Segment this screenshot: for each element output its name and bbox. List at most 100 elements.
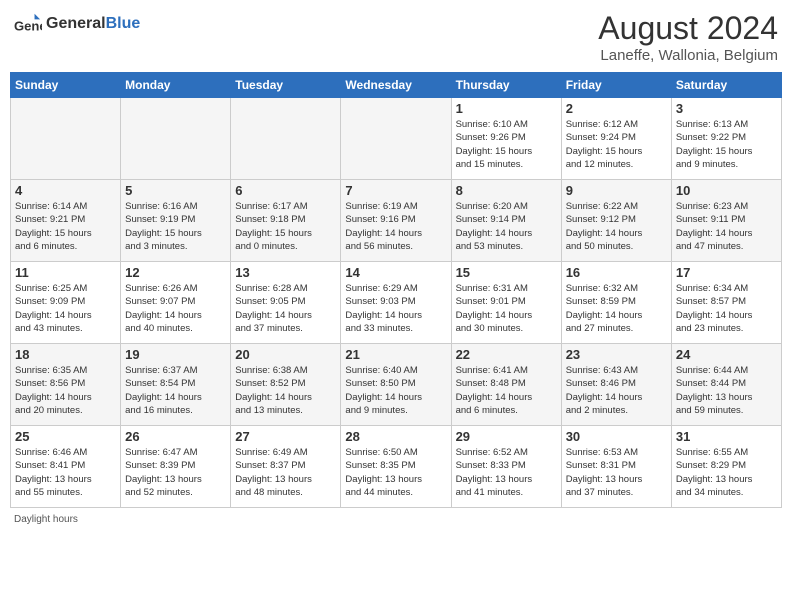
day-info: Sunrise: 6:46 AM Sunset: 8:41 PM Dayligh… [15,446,116,499]
title-block: August 2024 Laneffe, Wallonia, Belgium [598,10,778,64]
day-info: Sunrise: 6:35 AM Sunset: 8:56 PM Dayligh… [15,364,116,417]
location: Laneffe, Wallonia, Belgium [598,47,778,64]
calendar-week-4: 18 Sunrise: 6:35 AM Sunset: 8:56 PM Dayli… [11,344,782,426]
logo-icon: General [14,10,42,38]
calendar-day: 3 Sunrise: 6:13 AM Sunset: 9:22 PM Daylig… [671,98,781,180]
day-number: 10 [676,183,777,198]
calendar-day: 18 Sunrise: 6:35 AM Sunset: 8:56 PM Dayli… [11,344,121,426]
day-info: Sunrise: 6:44 AM Sunset: 8:44 PM Dayligh… [676,364,777,417]
calendar-day [121,98,231,180]
month-year: August 2024 [598,10,778,47]
calendar-day: 27 Sunrise: 6:49 AM Sunset: 8:37 PM Dayli… [231,426,341,508]
day-info: Sunrise: 6:52 AM Sunset: 8:33 PM Dayligh… [456,446,557,499]
day-number: 13 [235,265,336,280]
column-header-saturday: Saturday [671,73,781,98]
day-number: 19 [125,347,226,362]
page-header: General GeneralBlue August 2024 Laneffe,… [10,10,782,64]
calendar-day: 7Sunrise: 6:19 AM Sunset: 9:16 PM Daylig… [341,180,451,262]
calendar-day: 25 Sunrise: 6:46 AM Sunset: 8:41 PM Dayli… [11,426,121,508]
day-info: Sunrise: 6:10 AM Sunset: 9:26 PM Dayligh… [456,118,557,171]
day-number: 23 [566,347,667,362]
header-row: SundayMondayTuesdayWednesdayThursdayFrid… [11,73,782,98]
day-info: Sunrise: 6:38 AM Sunset: 8:52 PM Dayligh… [235,364,336,417]
day-number: 28 [345,429,446,444]
day-info: Sunrise: 6:29 AM Sunset: 9:03 PM Dayligh… [345,282,446,335]
day-info: Sunrise: 6:25 AM Sunset: 9:09 PM Dayligh… [15,282,116,335]
calendar-day: 23 Sunrise: 6:43 AM Sunset: 8:46 PM Dayli… [561,344,671,426]
logo: General GeneralBlue [14,10,140,38]
column-header-wednesday: Wednesday [341,73,451,98]
day-number: 1 [456,101,557,116]
day-info: Sunrise: 6:20 AM Sunset: 9:14 PM Dayligh… [456,200,557,253]
column-header-friday: Friday [561,73,671,98]
calendar-day [231,98,341,180]
calendar-day: 16Sunrise: 6:32 AM Sunset: 8:59 PM Dayli… [561,262,671,344]
day-number: 3 [676,101,777,116]
day-number: 8 [456,183,557,198]
calendar-day: 20 Sunrise: 6:38 AM Sunset: 8:52 PM Dayli… [231,344,341,426]
day-number: 21 [345,347,446,362]
day-number: 9 [566,183,667,198]
calendar-week-5: 25 Sunrise: 6:46 AM Sunset: 8:41 PM Dayli… [11,426,782,508]
calendar-day: 31 Sunrise: 6:55 AM Sunset: 8:29 PM Dayli… [671,426,781,508]
day-info: Sunrise: 6:17 AM Sunset: 9:18 PM Dayligh… [235,200,336,253]
column-header-tuesday: Tuesday [231,73,341,98]
day-number: 24 [676,347,777,362]
day-info: Sunrise: 6:49 AM Sunset: 8:37 PM Dayligh… [235,446,336,499]
day-number: 30 [566,429,667,444]
day-info: Sunrise: 6:22 AM Sunset: 9:12 PM Dayligh… [566,200,667,253]
day-info: Sunrise: 6:43 AM Sunset: 8:46 PM Dayligh… [566,364,667,417]
day-info: Sunrise: 6:12 AM Sunset: 9:24 PM Dayligh… [566,118,667,171]
day-number: 16 [566,265,667,280]
logo-general: General [46,15,106,32]
day-number: 15 [456,265,557,280]
calendar-day: 11Sunrise: 6:25 AM Sunset: 9:09 PM Dayli… [11,262,121,344]
day-info: Sunrise: 6:13 AM Sunset: 9:22 PM Dayligh… [676,118,777,171]
day-info: Sunrise: 6:47 AM Sunset: 8:39 PM Dayligh… [125,446,226,499]
calendar-day: 2 Sunrise: 6:12 AM Sunset: 9:24 PM Daylig… [561,98,671,180]
day-number: 22 [456,347,557,362]
calendar-week-3: 11Sunrise: 6:25 AM Sunset: 9:09 PM Dayli… [11,262,782,344]
calendar-day: 6Sunrise: 6:17 AM Sunset: 9:18 PM Daylig… [231,180,341,262]
day-number: 2 [566,101,667,116]
calendar-day: 5Sunrise: 6:16 AM Sunset: 9:19 PM Daylig… [121,180,231,262]
calendar-day: 13Sunrise: 6:28 AM Sunset: 9:05 PM Dayli… [231,262,341,344]
day-number: 29 [456,429,557,444]
day-info: Sunrise: 6:26 AM Sunset: 9:07 PM Dayligh… [125,282,226,335]
column-header-thursday: Thursday [451,73,561,98]
logo-blue: Blue [106,15,141,32]
calendar-day: 28 Sunrise: 6:50 AM Sunset: 8:35 PM Dayli… [341,426,451,508]
day-info: Sunrise: 6:37 AM Sunset: 8:54 PM Dayligh… [125,364,226,417]
calendar-day [341,98,451,180]
day-info: Sunrise: 6:50 AM Sunset: 8:35 PM Dayligh… [345,446,446,499]
daylight-hours-label: Daylight hours [14,514,78,525]
day-number: 25 [15,429,116,444]
day-number: 4 [15,183,116,198]
column-header-sunday: Sunday [11,73,121,98]
calendar-day: 4 Sunrise: 6:14 AM Sunset: 9:21 PM Daylig… [11,180,121,262]
day-number: 7 [345,183,446,198]
day-number: 20 [235,347,336,362]
calendar-day: 1 Sunrise: 6:10 AM Sunset: 9:26 PM Daylig… [451,98,561,180]
day-number: 31 [676,429,777,444]
day-info: Sunrise: 6:16 AM Sunset: 9:19 PM Dayligh… [125,200,226,253]
day-info: Sunrise: 6:41 AM Sunset: 8:48 PM Dayligh… [456,364,557,417]
calendar-day: 8 Sunrise: 6:20 AM Sunset: 9:14 PM Daylig… [451,180,561,262]
calendar-week-1: 1 Sunrise: 6:10 AM Sunset: 9:26 PM Daylig… [11,98,782,180]
footer: Daylight hours [10,514,782,525]
day-number: 14 [345,265,446,280]
day-number: 27 [235,429,336,444]
calendar-day: 15 Sunrise: 6:31 AM Sunset: 9:01 PM Dayli… [451,262,561,344]
day-info: Sunrise: 6:31 AM Sunset: 9:01 PM Dayligh… [456,282,557,335]
day-info: Sunrise: 6:14 AM Sunset: 9:21 PM Dayligh… [15,200,116,253]
calendar-day: 10 Sunrise: 6:23 AM Sunset: 9:11 PM Dayli… [671,180,781,262]
calendar-week-2: 4 Sunrise: 6:14 AM Sunset: 9:21 PM Daylig… [11,180,782,262]
day-info: Sunrise: 6:23 AM Sunset: 9:11 PM Dayligh… [676,200,777,253]
day-number: 26 [125,429,226,444]
day-info: Sunrise: 6:55 AM Sunset: 8:29 PM Dayligh… [676,446,777,499]
calendar-day [11,98,121,180]
calendar-day: 26 Sunrise: 6:47 AM Sunset: 8:39 PM Dayli… [121,426,231,508]
calendar-day: 17Sunrise: 6:34 AM Sunset: 8:57 PM Dayli… [671,262,781,344]
day-number: 18 [15,347,116,362]
day-info: Sunrise: 6:53 AM Sunset: 8:31 PM Dayligh… [566,446,667,499]
